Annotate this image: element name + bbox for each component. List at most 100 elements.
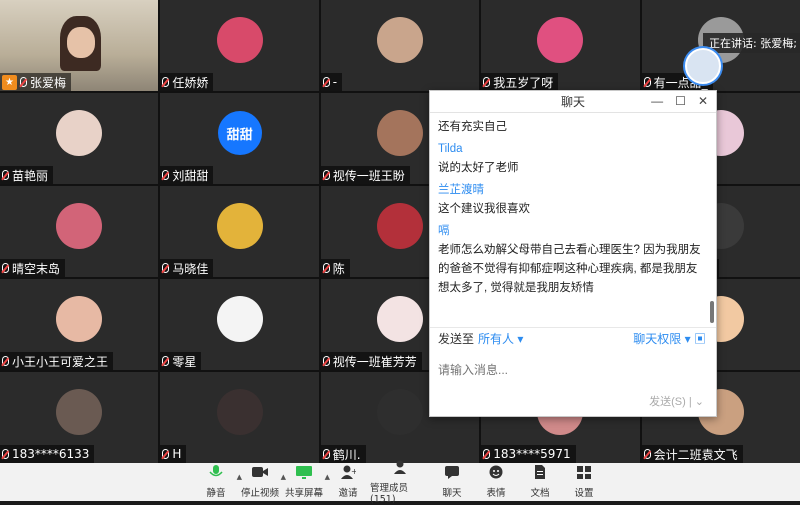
participant-name: 鹤川.: [320, 445, 366, 463]
muted-mic-icon: [162, 170, 170, 180]
toolbar-label: 静音: [206, 488, 226, 499]
participant-tile[interactable]: ★ 张爱梅: [0, 0, 159, 91]
participant-name: 晴空末岛: [0, 259, 66, 277]
participant-tile[interactable]: 零星: [160, 279, 319, 370]
chat-message-text: 说的太好了老师: [438, 162, 519, 174]
chat-message-text: 还有充实自己: [438, 121, 507, 133]
mic-icon: [208, 465, 224, 485]
muted-mic-icon: [162, 263, 170, 273]
participant-tile[interactable]: 苗艳丽: [0, 93, 159, 184]
participant-name: 183****5971: [481, 445, 576, 463]
participant-tile[interactable]: 我五岁了呀: [481, 0, 640, 91]
participant-name-text: 马晓佳: [172, 261, 209, 276]
muted-mic-icon: [322, 449, 330, 459]
toolbar-share-screen-button[interactable]: 共享屏幕 ▲: [282, 463, 330, 501]
emoji-icon: [488, 465, 504, 485]
participant-name: 我五岁了呀: [481, 73, 559, 91]
muted-mic-icon: [322, 170, 330, 180]
send-to-label: 发送至: [438, 332, 475, 346]
invite-icon: +: [340, 465, 358, 485]
participant-name: -: [320, 73, 343, 91]
members-icon: [392, 460, 408, 480]
participant-name-text: -: [332, 75, 338, 89]
avatar: [56, 203, 103, 250]
participant-name-text: 鹤川.: [332, 447, 361, 462]
participant-name-text: 张爱梅: [30, 75, 67, 90]
toolbar-label: 设置: [574, 488, 594, 499]
muted-mic-icon: [2, 263, 9, 273]
camera-icon: [252, 465, 268, 485]
toolbar-label: 文档: [530, 488, 550, 499]
participant-name-text: 苗艳丽: [12, 168, 49, 183]
participant-name-text: 我五岁了呀: [493, 75, 554, 90]
participant-name: 马晓佳: [160, 259, 214, 277]
toolbar-members-button[interactable]: 管理成员(151): [370, 460, 430, 505]
participant-name: 任娇娇: [160, 73, 214, 91]
participant-tile[interactable]: 小王小王可爱之王: [0, 279, 159, 370]
speaker-avatar: [685, 48, 721, 84]
send-to-bar: 发送至 所有人 ▾ 聊天权限 ▾ ▣: [430, 327, 716, 349]
toolbar-mic-button[interactable]: 静音 ▲: [194, 463, 242, 501]
participant-name-text: H: [172, 447, 182, 461]
maximize-icon[interactable]: ☐: [675, 94, 686, 108]
toolbar-label: 表情: [486, 488, 506, 499]
muted-mic-icon: [483, 77, 491, 87]
avatar: [216, 296, 263, 343]
muted-mic-icon: [2, 449, 9, 459]
chat-messages: 还有充实自己 Tilda 说的太好了老师 兰芷渡晴 这个建议我很喜欢嗝老师怎么劝解父母带…: [430, 114, 716, 326]
participant-name-text: 任娇娇: [172, 75, 209, 90]
avatar: [376, 203, 423, 250]
participant-name: 陈: [320, 259, 350, 277]
avatar: [56, 110, 103, 157]
participant-tile[interactable]: 晴空末岛: [0, 186, 159, 277]
avatar: [376, 17, 423, 64]
toolbar-chat-button[interactable]: 聊天: [430, 463, 474, 501]
avatar: [56, 389, 103, 436]
participant-name: 视传一班王盼: [320, 166, 410, 184]
participant-tile[interactable]: 马晓佳: [160, 186, 319, 277]
avatar: [216, 389, 263, 436]
chat-sender: Tilda: [438, 143, 463, 155]
participant-name: 刘甜甜: [160, 166, 214, 184]
chat-permission-button[interactable]: 聊天权限 ▾ ▣: [633, 330, 706, 347]
send-to-select[interactable]: 所有人 ▾: [478, 330, 523, 347]
chat-sender: 嗝: [438, 225, 450, 237]
chat-sender: 兰芷渡晴: [438, 184, 484, 196]
participant-tile[interactable]: 任娇娇: [160, 0, 319, 91]
close-icon[interactable]: ✕: [698, 94, 708, 108]
toolbar-settings-button[interactable]: 设置: [562, 463, 606, 501]
host-icon: ★: [2, 74, 17, 90]
chat-input[interactable]: [438, 350, 708, 390]
participant-tile[interactable]: 183****6133: [0, 372, 159, 463]
participant-tile[interactable]: 甜甜 刘甜甜: [160, 93, 319, 184]
face: [66, 27, 96, 59]
avatar: [216, 203, 263, 250]
send-button[interactable]: 发送(S) | ⌄: [645, 390, 708, 412]
participant-tile[interactable]: H: [160, 372, 319, 463]
avatar: [56, 296, 103, 343]
chat-icon: [444, 465, 460, 485]
muted-mic-icon: [162, 77, 170, 87]
muted-mic-icon: [322, 77, 330, 87]
chat-scrollbar[interactable]: [710, 301, 714, 323]
chat-window: 聊天 — ☐ ✕ 还有充实自己 Tilda 说的太好了老师 兰芷渡晴 这个建议我很喜欢嗝…: [429, 90, 717, 417]
toolbar-label: 邀请: [338, 488, 358, 499]
chat-title: 聊天: [560, 95, 585, 109]
chat-title-bar[interactable]: 聊天 — ☐ ✕: [430, 91, 716, 113]
minimize-icon[interactable]: —: [651, 94, 663, 108]
muted-mic-icon: [2, 170, 9, 180]
participant-tile[interactable]: -: [320, 0, 480, 91]
toolbar-emoji-button[interactable]: 表情: [474, 463, 518, 501]
avatar: [376, 389, 423, 436]
participant-name-text: 会计二班袁文飞: [653, 447, 738, 462]
toolbar-invite-button[interactable]: + 邀请: [326, 463, 370, 501]
participant-name: 苗艳丽: [0, 166, 54, 184]
toolbar-document-button[interactable]: 文档: [518, 463, 562, 501]
participant-name: 小王小王可爱之王: [0, 352, 114, 370]
participant-name-text: 刘甜甜: [172, 168, 209, 183]
toolbar-label: 共享屏幕: [284, 488, 323, 499]
muted-mic-icon: [322, 356, 330, 366]
toolbar-camera-button[interactable]: 停止视频 ▲: [238, 463, 286, 501]
participant-name: ★ 张爱梅: [0, 73, 72, 91]
speaking-label: 正在讲话: 张爱梅;: [709, 37, 797, 50]
